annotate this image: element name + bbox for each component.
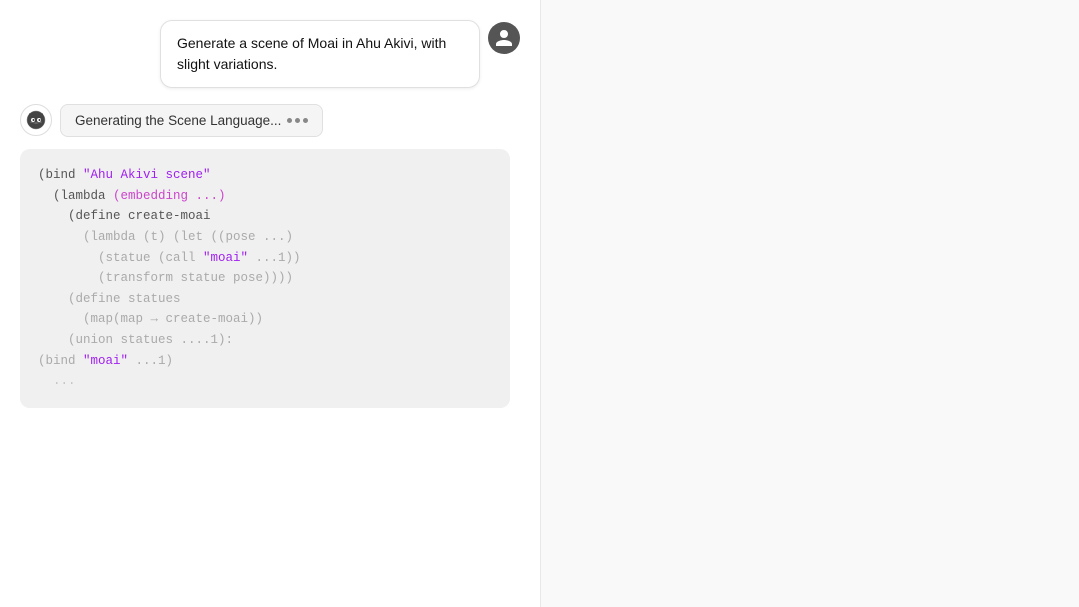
code-line-8: (map(map → create-moai)) — [38, 309, 492, 330]
code-line-4: (lambda (t) (let ((pose ...) — [38, 227, 492, 248]
user-avatar — [488, 22, 520, 54]
code-line-10: (bind "moai" ...1) — [38, 351, 492, 372]
bot-avatar — [20, 104, 52, 136]
code-line-3: (define create-moai — [38, 206, 492, 227]
person-icon — [494, 28, 514, 48]
code-line-5: (statue (call "moai" ...1)) — [38, 248, 492, 269]
code-line-9: (union statues ....1): — [38, 330, 492, 351]
code-line-2: (lambda (embedding ...) — [38, 186, 492, 207]
bot-message-row: Generating the Scene Language... — [20, 104, 520, 137]
code-line-6: (transform statue pose)))) — [38, 268, 492, 289]
user-message-text: Generate a scene of Moai in Ahu Akivi, w… — [177, 35, 446, 72]
bot-status-bubble: Generating the Scene Language... — [60, 104, 323, 137]
code-line-7: (define statues — [38, 289, 492, 310]
code-block: (bind "Ahu Akivi scene" (lambda (embeddi… — [20, 149, 510, 408]
bot-status-text: Generating the Scene Language... — [75, 113, 281, 128]
user-message-row: Generate a scene of Moai in Ahu Akivi, w… — [20, 20, 520, 88]
right-panel — [540, 0, 1079, 607]
code-line-1: (bind "Ahu Akivi scene" — [38, 165, 492, 186]
loading-dots — [287, 118, 308, 123]
user-message-bubble: Generate a scene of Moai in Ahu Akivi, w… — [160, 20, 480, 88]
robot-icon — [25, 109, 47, 131]
code-line-11: ... — [38, 371, 492, 392]
chat-panel: Generate a scene of Moai in Ahu Akivi, w… — [0, 0, 540, 607]
